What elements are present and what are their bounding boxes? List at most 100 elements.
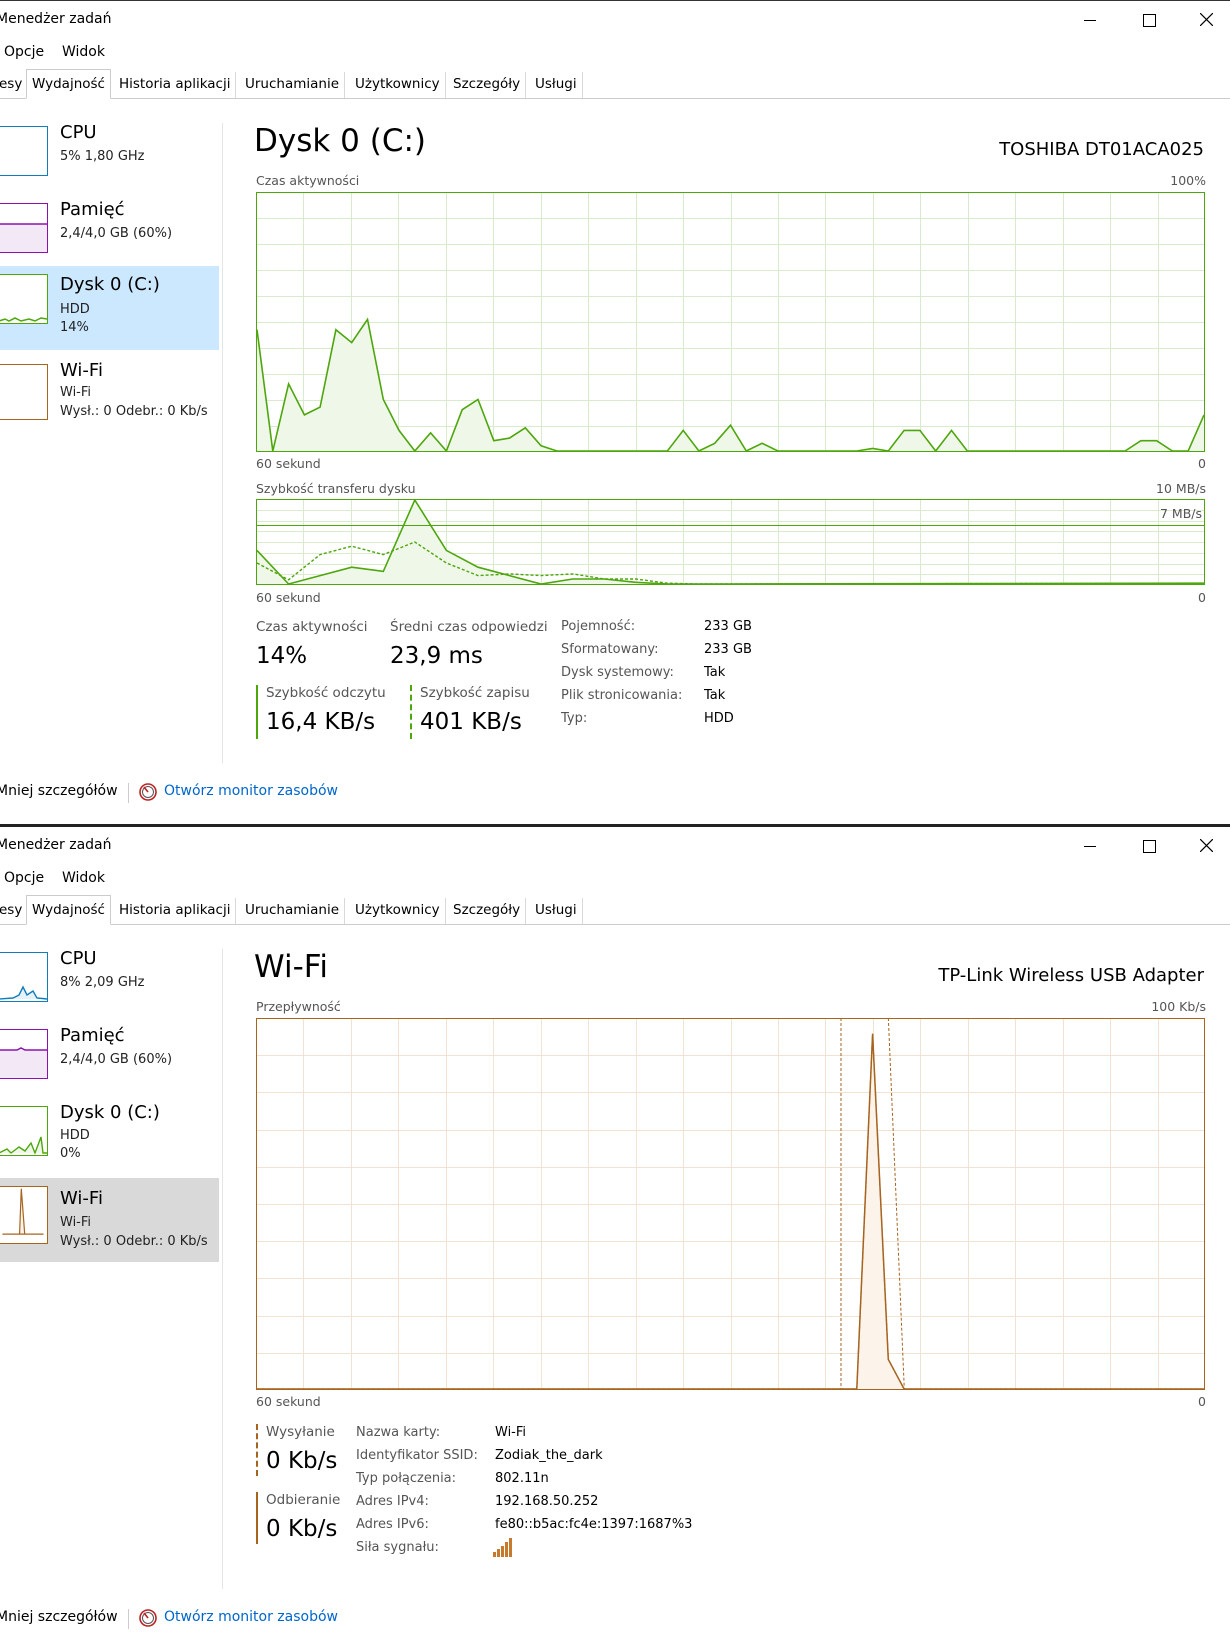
sidebar-item-throughput: Wysł.: 0 Odebr.: 0 Kb/s: [60, 1234, 208, 1249]
read-speed-value: 16,4 KB/s: [266, 709, 376, 735]
graph-max: 10 MB/s: [1156, 481, 1206, 496]
graph-x-left: 60 sekund: [256, 1394, 321, 1409]
footer: Mniej szczegółów Otwórz monitor zasobów: [0, 777, 1230, 807]
prop-value: fe80::b5ac:fc4e:1397:1687%3: [495, 1517, 693, 1532]
prop-value: 192.168.50.252: [495, 1494, 599, 1509]
graph-label: Szybkość transferu dysku: [256, 481, 416, 496]
prop-label: Siła sygnału:: [356, 1540, 439, 1555]
menu-view[interactable]: Widok: [62, 44, 105, 60]
prop-value: HDD: [704, 711, 734, 726]
footer-separator: [128, 1609, 129, 1629]
sidebar-item-name: Dysk 0 (C:): [60, 274, 160, 295]
graph-x-right: 0: [1198, 590, 1206, 605]
device-name: TOSHIBA DT01ACA025: [999, 139, 1204, 160]
page-title: Dysk 0 (C:): [254, 123, 427, 159]
task-manager-window-wifi: Menedżer zadań Opcje Widok esy Wydajność…: [0, 824, 1230, 1648]
sidebar-item-detail: 8% 2,09 GHz: [60, 975, 145, 990]
transfer-rate-graph: [256, 499, 1205, 585]
close-button[interactable]: [1178, 827, 1230, 865]
graph-max: 100 Kb/s: [1151, 999, 1206, 1014]
sidebar-item-detail: 5% 1,80 GHz: [60, 149, 145, 164]
tab-performance[interactable]: Wydajność: [26, 69, 111, 99]
sidebar-item-cpu[interactable]: CPU 5% 1,80 GHz: [0, 118, 219, 202]
graph-x-right: 0: [1198, 456, 1206, 471]
sidebar-item-memory[interactable]: Pamięć 2,4/4,0 GB (60%): [0, 1021, 219, 1105]
graph-x-left: 60 sekund: [256, 456, 321, 471]
active-time-label: Czas aktywności: [256, 619, 368, 635]
tab-users[interactable]: Użytkownicy: [350, 72, 446, 98]
active-time-value: 14%: [256, 643, 308, 669]
response-time-label: Średni czas odpowiedzi: [390, 619, 548, 635]
minimize-button[interactable]: [1062, 1, 1118, 39]
tab-details[interactable]: Szczegóły: [448, 72, 527, 98]
fewer-details-button[interactable]: Mniej szczegółów: [0, 783, 118, 799]
device-name: TP-Link Wireless USB Adapter: [938, 965, 1204, 986]
sidebar-item-wifi[interactable]: Wi-Fi Wi-Fi Wysł.: 0 Odebr.: 0 Kb/s: [0, 356, 219, 440]
tab-processes[interactable]: esy: [0, 898, 29, 924]
menu-options[interactable]: Opcje: [4, 44, 44, 60]
prop-label: Sformatowany:: [561, 642, 659, 657]
graph-mid-label: 7 MB/s: [1159, 506, 1202, 521]
menu-view[interactable]: Widok: [62, 870, 105, 886]
sidebar-item-detail: 2,4/4,0 GB (60%): [60, 1052, 173, 1067]
sidebar-item-disk[interactable]: Dysk 0 (C:) HDD 14%: [0, 266, 219, 350]
tab-startup[interactable]: Uruchamianie: [240, 72, 346, 98]
task-manager-window-disk: Menedżer zadań Opcje Widok esy Wydajność…: [0, 0, 1230, 824]
tab-app-history[interactable]: Historia aplikacji: [114, 898, 237, 924]
maximize-button[interactable]: [1120, 827, 1176, 865]
menu-bar: Opcje Widok: [0, 867, 1230, 891]
prop-value: Tak: [704, 665, 726, 680]
close-button[interactable]: [1178, 1, 1230, 39]
footer: Mniej szczegółów Otwórz monitor zasobów: [0, 1603, 1230, 1633]
active-time-graph: [256, 192, 1205, 452]
send-value: 0 Kb/s: [266, 1448, 338, 1474]
sidebar-item-name: Dysk 0 (C:): [60, 1102, 160, 1123]
page-title: Wi-Fi: [254, 949, 328, 985]
send-indicator: [256, 1424, 258, 1476]
wifi-thumbnail: [0, 364, 48, 420]
fewer-details-button[interactable]: Mniej szczegółów: [0, 1609, 118, 1625]
chart-svg: [256, 499, 1205, 585]
tab-users[interactable]: Użytkownicy: [350, 898, 446, 924]
sidebar-item-throughput: Wysł.: 0 Odebr.: 0 Kb/s: [60, 404, 208, 419]
tab-performance[interactable]: Wydajność: [26, 895, 111, 925]
tab-app-history[interactable]: Historia aplikacji: [114, 72, 237, 98]
maximize-button[interactable]: [1120, 1, 1176, 39]
open-resource-monitor-link[interactable]: Otwórz monitor zasobów: [164, 783, 338, 799]
sidebar-divider: [222, 949, 223, 1589]
sidebar-item-disk[interactable]: Dysk 0 (C:) HDD 0%: [0, 1098, 219, 1182]
cpu-thumbnail: [0, 126, 48, 176]
sidebar-item-wifi[interactable]: Wi-Fi Wi-Fi Wysł.: 0 Odebr.: 0 Kb/s: [0, 1178, 219, 1262]
tab-services[interactable]: Usługi: [530, 898, 583, 924]
chart-svg: [256, 192, 1205, 452]
tab-processes[interactable]: esy: [0, 72, 29, 98]
prop-label: Identyfikator SSID:: [356, 1448, 478, 1463]
disk-thumbnail: [0, 1106, 48, 1156]
tab-bar: esy Wydajność Historia aplikacji Urucham…: [0, 895, 1230, 925]
close-icon: [1200, 13, 1213, 26]
menu-options[interactable]: Opcje: [4, 870, 44, 886]
sidebar-item-detail: 2,4/4,0 GB (60%): [60, 226, 173, 241]
graph-max: 100%: [1170, 173, 1206, 188]
prop-value: 802.11n: [495, 1471, 549, 1486]
write-speed-label: Szybkość zapisu: [420, 685, 530, 701]
tab-startup[interactable]: Uruchamianie: [240, 898, 346, 924]
tab-bar: esy Wydajność Historia aplikacji Urucham…: [0, 69, 1230, 99]
window-title: Menedżer zadań: [0, 837, 112, 853]
sidebar-item-name: Pamięć: [60, 1025, 125, 1046]
tab-details[interactable]: Szczegóły: [448, 898, 527, 924]
sidebar-item-detail: Wi-Fi: [60, 1215, 92, 1230]
signal-strength-icon: [493, 1538, 512, 1557]
sidebar-item-name: Wi-Fi: [60, 1188, 103, 1209]
prop-label: Plik stronicowania:: [561, 688, 683, 703]
sidebar-item-name: CPU: [60, 948, 97, 969]
minimize-button[interactable]: [1062, 827, 1118, 865]
prop-value: Zodiak_the_dark: [495, 1448, 603, 1463]
resource-monitor-icon: [139, 1609, 157, 1627]
sidebar-item-usage: 0%: [60, 1146, 81, 1161]
open-resource-monitor-link[interactable]: Otwórz monitor zasobów: [164, 1609, 338, 1625]
read-speed-label: Szybkość odczytu: [266, 685, 386, 701]
sidebar-item-cpu[interactable]: CPU 8% 2,09 GHz: [0, 944, 219, 1028]
prop-label: Pojemność:: [561, 619, 636, 634]
tab-services[interactable]: Usługi: [530, 72, 583, 98]
